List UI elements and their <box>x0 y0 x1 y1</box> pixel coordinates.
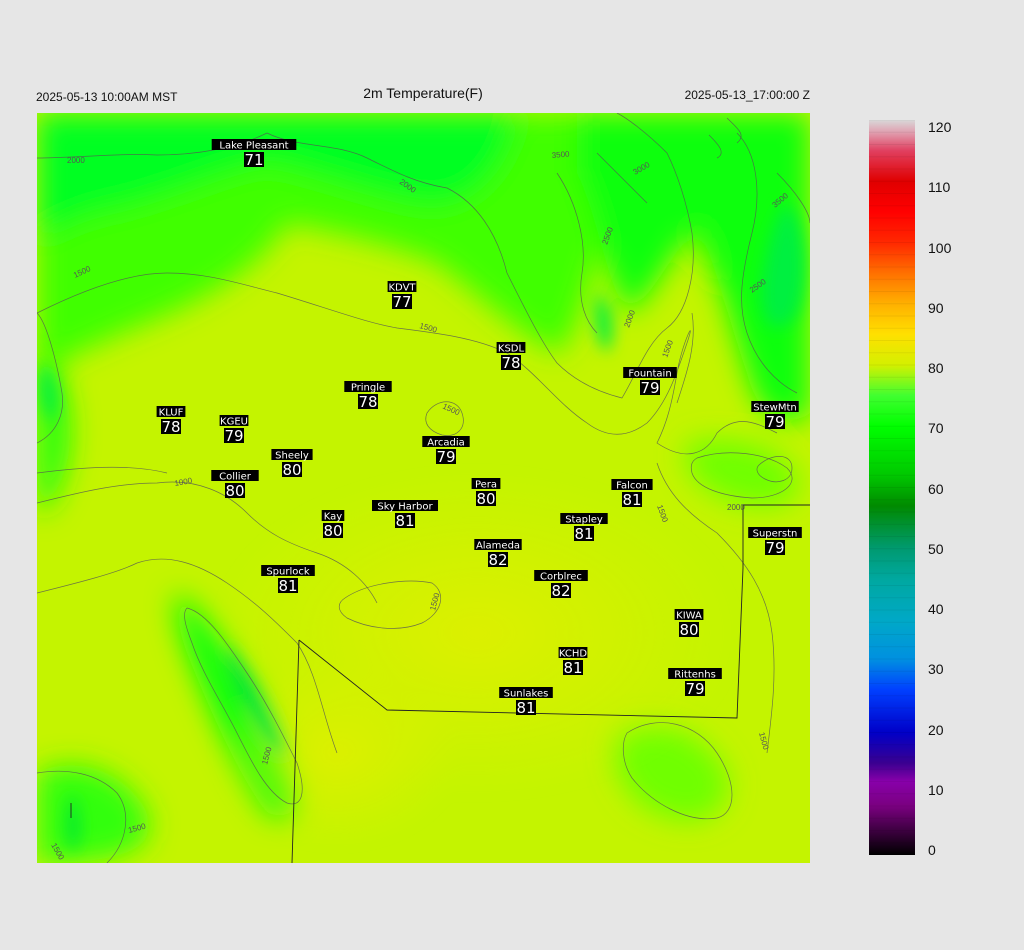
colorbar-tick-label: 20 <box>928 721 944 738</box>
colorbar-tick-label: 30 <box>928 661 944 678</box>
station-value: 79 <box>436 448 455 466</box>
colorbar-tick-label: 40 <box>928 601 944 617</box>
station-name: Sunlakes <box>504 689 549 700</box>
station-value: 79 <box>224 427 243 445</box>
colorbar-tick-label: 100 <box>928 239 952 256</box>
station-value: 80 <box>679 621 698 639</box>
station-name: Pringle <box>351 383 385 394</box>
map-title: 2m Temperature(F) <box>363 85 483 101</box>
station-value: 80 <box>323 522 342 540</box>
station-value: 79 <box>765 413 784 431</box>
station-value: 78 <box>161 418 180 436</box>
station-value: 81 <box>516 699 535 717</box>
station-name: Stapley <box>565 515 603 526</box>
station-value: 81 <box>563 659 582 677</box>
station-value: 81 <box>278 577 297 595</box>
station-value: 80 <box>476 490 495 508</box>
colorbar-tick-label: 80 <box>928 360 944 376</box>
station-name: Fountain <box>628 369 671 380</box>
station-value: 82 <box>551 582 570 600</box>
station-value: 79 <box>765 539 784 557</box>
station-name: Collier <box>219 472 252 483</box>
colorbar-tick-label: 60 <box>928 480 944 497</box>
station-value: 81 <box>574 525 593 543</box>
temperature-map: 2000 2000 1500 1500 1500 1000 3500 3000 … <box>37 113 810 863</box>
station-value: 78 <box>501 354 520 372</box>
station-name: Kay <box>324 512 343 523</box>
station-name: KIWA <box>676 611 702 622</box>
station-value: 78 <box>358 393 377 411</box>
station-name: Corblrec <box>540 572 582 583</box>
station-value: 80 <box>225 482 244 500</box>
station-value: 82 <box>488 551 507 569</box>
station-name: KDVT <box>388 283 416 294</box>
colorbar-tick-label: 10 <box>928 781 944 798</box>
station-name: Sky Harbor <box>377 502 433 513</box>
valid-time-local: 2025-05-13 10:00AM MST <box>36 90 178 104</box>
valid-time-utc: 2025-05-13_17:00:00 Z <box>684 88 810 102</box>
station-name: StewMtn <box>753 403 797 414</box>
colorbar-tick-labels: 0 10 20 30 40 50 60 70 80 90 100 110 120 <box>928 119 988 858</box>
station-value: 80 <box>282 461 301 479</box>
station-value: 77 <box>392 293 411 311</box>
colorbar-tick-label: 90 <box>928 299 944 316</box>
station-name: Alameda <box>476 541 520 552</box>
station-value: 79 <box>685 680 704 698</box>
station-name: Rittenhs <box>674 670 716 681</box>
colorbar-tick-label: 120 <box>928 119 952 135</box>
contour-label: 2000 <box>727 503 745 512</box>
station-name: Lake Pleasant <box>219 141 288 152</box>
contour-label: 2000 <box>67 156 85 165</box>
station-name: KSDL <box>498 344 525 355</box>
colorbar-tick-label: 70 <box>928 420 944 437</box>
colorbar-tick-label: 50 <box>928 540 944 557</box>
station-name: KLUF <box>159 408 184 419</box>
station-value: 71 <box>244 151 263 169</box>
station-name: Pera <box>475 480 497 491</box>
station-name: Superstn <box>753 529 798 540</box>
station-name: Sheely <box>275 451 309 462</box>
station-value: 81 <box>395 512 414 530</box>
station-name: KGEU <box>220 417 248 428</box>
temperature-colorbar <box>869 119 915 856</box>
colorbar-tick-label: 0 <box>928 842 936 858</box>
station-value: 81 <box>622 491 641 509</box>
contour-label: 3500 <box>551 149 570 160</box>
station-value: 79 <box>640 379 659 397</box>
station-name: Falcon <box>616 481 648 492</box>
station-name: Spurlock <box>266 567 310 578</box>
colorbar-tick-label: 110 <box>928 179 951 196</box>
station-kay: Kay80 <box>321 510 345 540</box>
station-name: KCHD <box>559 649 588 660</box>
station-name: Arcadia <box>427 438 465 449</box>
